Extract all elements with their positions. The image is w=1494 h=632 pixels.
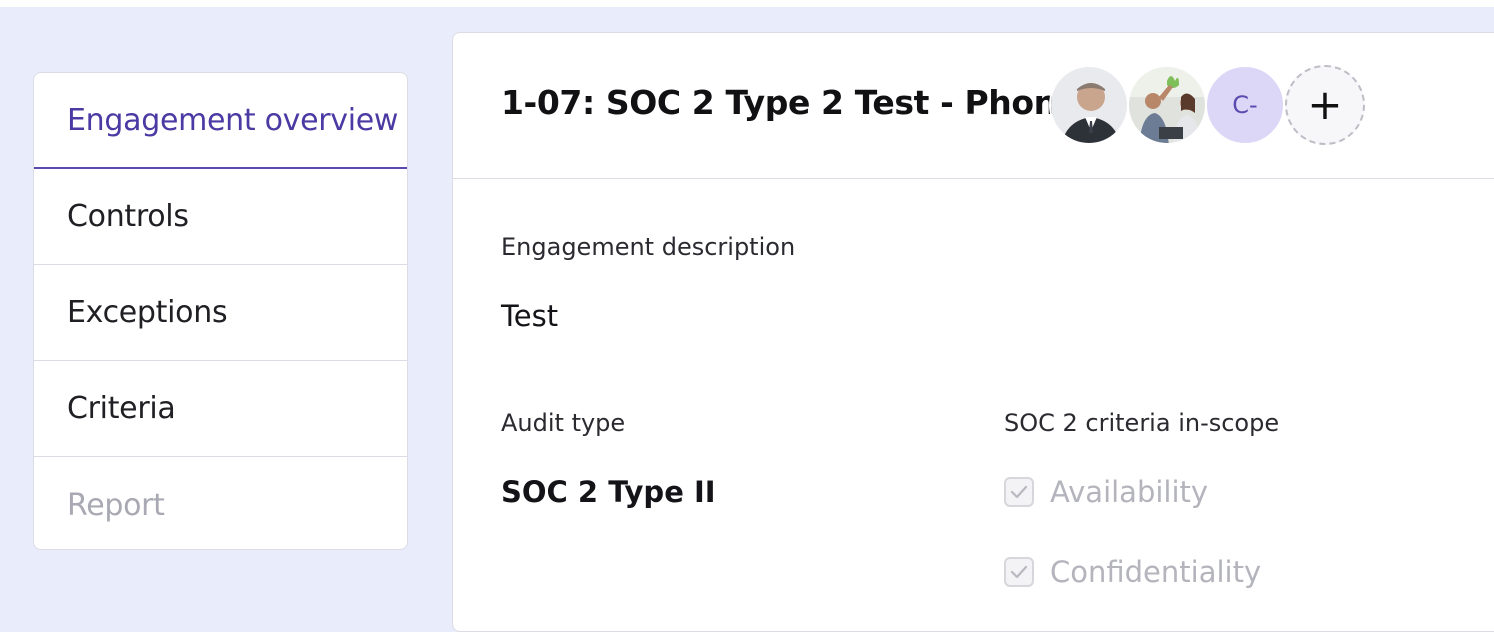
engagement-sidebar: Engagement overview Controls Exceptions … — [33, 72, 408, 550]
sidebar-item-label: Engagement overview — [67, 102, 399, 138]
top-bar — [0, 0, 1494, 7]
initials-avatar[interactable]: C- — [1205, 65, 1285, 145]
sidebar-item-label: Report — [67, 487, 165, 523]
criteria-in-scope-label: SOC 2 criteria in-scope — [1004, 409, 1280, 437]
confidentiality-label: Confidentiality — [1050, 555, 1262, 589]
sidebar-item-controls[interactable]: Controls — [34, 169, 407, 265]
checkmark-icon — [1010, 485, 1028, 499]
audit-type-label: Audit type — [501, 409, 626, 437]
team-avatars: C- + — [1049, 65, 1365, 145]
person-photo-avatar[interactable] — [1049, 65, 1129, 145]
sidebar-item-label: Controls — [67, 199, 189, 234]
sidebar-item-label: Exceptions — [67, 295, 228, 330]
sidebar-item-engagement-overview[interactable]: Engagement overview — [34, 73, 407, 169]
page-title: 1-07: SOC 2 Type 2 Test - Phone — [501, 83, 1079, 122]
sidebar-item-report: Report — [34, 457, 407, 549]
panel-header: 1-07: SOC 2 Type 2 Test - Phone C- + — [453, 33, 1494, 179]
description-value: Test — [501, 299, 559, 333]
avatar-initials-text: C- — [1232, 91, 1258, 119]
availability-label: Availability — [1050, 475, 1209, 509]
criteria-confidentiality-row: Confidentiality — [1004, 555, 1261, 589]
sidebar-item-label: Criteria — [67, 391, 176, 426]
group-photo-avatar[interactable] — [1127, 65, 1207, 145]
engagement-panel: 1-07: SOC 2 Type 2 Test - Phone C- + Eng… — [452, 32, 1494, 632]
checkmark-icon — [1010, 565, 1028, 579]
audit-type-value: SOC 2 Type II — [501, 475, 716, 509]
sidebar-item-criteria[interactable]: Criteria — [34, 361, 407, 457]
description-label: Engagement description — [501, 233, 796, 261]
criteria-availability-row: Availability — [1004, 475, 1208, 509]
plus-icon: + — [1307, 80, 1343, 129]
sidebar-item-exceptions[interactable]: Exceptions — [34, 265, 407, 361]
availability-checkbox[interactable] — [1004, 477, 1034, 507]
confidentiality-checkbox[interactable] — [1004, 557, 1034, 587]
add-member-button[interactable]: + — [1285, 65, 1365, 145]
